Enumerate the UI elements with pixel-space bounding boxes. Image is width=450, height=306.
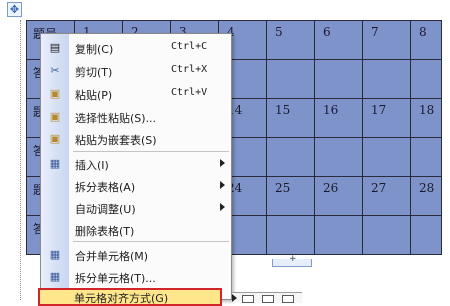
merge-cells-icon: ▦: [49, 248, 61, 261]
menu-item-label: 插入(I): [75, 159, 109, 172]
menu-item-copy[interactable]: ▤ 复制(C) Ctrl+C: [41, 38, 231, 58]
annotation-red-box: [38, 288, 222, 306]
menu-item-split-table[interactable]: 拆分表格(A): [41, 176, 231, 196]
context-menu: ▤ 复制(C) Ctrl+C ✂ 剪切(T) Ctrl+X ▣ 粘贴(P) Ct…: [40, 33, 232, 300]
table-cell[interactable]: [266, 137, 315, 177]
split-cells-icon: ▦: [49, 270, 61, 283]
table-cell[interactable]: [410, 59, 442, 99]
menu-item-shortcut: Ctrl+C: [171, 41, 208, 52]
menu-item-label: 拆分表格(A): [75, 181, 136, 194]
menu-item-label: 合并单元格(M): [75, 250, 149, 263]
table-cell[interactable]: [362, 137, 411, 177]
menu-item-label: 剪切(T): [75, 66, 113, 79]
text-boundary-guide: [20, 20, 21, 300]
table-cell[interactable]: 25: [266, 176, 315, 216]
menu-item-autofit[interactable]: 自动调整(U): [41, 198, 231, 218]
menu-item-label: 拆分单元格(T)...: [75, 272, 156, 285]
submenu-arrow-icon: [220, 203, 225, 211]
submenu-arrow-icon: [220, 181, 225, 189]
table-cell[interactable]: [266, 59, 315, 99]
menu-separator: [73, 241, 229, 242]
table-cell[interactable]: 26: [314, 176, 363, 216]
menu-item-paste-nested-table[interactable]: ▣ 粘贴为嵌套表(S): [41, 129, 231, 149]
table-cell[interactable]: 15: [266, 98, 315, 138]
table-cell[interactable]: 28: [410, 176, 442, 216]
submenu-arrow-icon: [220, 159, 225, 167]
menu-item-shortcut: Ctrl+V: [171, 87, 208, 98]
table-move-handle-icon[interactable]: ✥: [7, 2, 22, 17]
paste-special-icon: ▣: [49, 110, 61, 123]
menu-separator: [73, 151, 229, 152]
table-cell[interactable]: 8: [410, 20, 442, 60]
table-cell[interactable]: [314, 59, 363, 99]
table-cell[interactable]: [362, 59, 411, 99]
menu-item-label: 粘贴(P): [75, 89, 113, 102]
table-resize-handle[interactable]: [272, 254, 312, 267]
menu-item-insert[interactable]: ▦ 插入(I): [41, 154, 231, 174]
scissors-icon: ✂: [50, 64, 60, 77]
menu-item-merge-cells[interactable]: ▦ 合并单元格(M): [41, 245, 231, 265]
table-cell[interactable]: 16: [314, 98, 363, 138]
table-cell[interactable]: 5: [266, 20, 315, 60]
table-cell[interactable]: [314, 137, 363, 177]
menu-item-label: 选择性粘贴(S)...: [75, 112, 157, 125]
menu-item-label: 自动调整(U): [75, 203, 136, 216]
menu-item-split-cells[interactable]: ▦ 拆分单元格(T)...: [41, 267, 231, 287]
menu-item-label: 粘贴为嵌套表(S): [75, 134, 157, 147]
table-cell[interactable]: [410, 215, 442, 255]
submenu-arrow-icon: [232, 294, 237, 302]
table-cell[interactable]: [314, 215, 363, 255]
menu-item-label: 删除表格(T): [75, 225, 135, 238]
table-cell[interactable]: 6: [314, 20, 363, 60]
cell-alignment-submenu: [232, 292, 302, 303]
menu-item-paste-special[interactable]: ▣ 选择性粘贴(S)...: [41, 107, 231, 127]
menu-item-delete-table[interactable]: 删除表格(T): [41, 220, 231, 240]
paste-nested-icon: ▣: [49, 132, 61, 145]
menu-item-label: 复制(C): [75, 43, 114, 56]
copy-icon: ▤: [49, 41, 61, 54]
table-cell[interactable]: 27: [362, 176, 411, 216]
align-top-center-icon[interactable]: [262, 295, 274, 303]
table-cell[interactable]: [362, 215, 411, 255]
table-cell[interactable]: [410, 137, 442, 177]
align-top-left-icon[interactable]: [242, 295, 254, 303]
table-cell[interactable]: [266, 215, 315, 255]
table-cell[interactable]: 18: [410, 98, 442, 138]
menu-item-paste[interactable]: ▣ 粘贴(P) Ctrl+V: [41, 84, 231, 104]
table-cell[interactable]: 7: [362, 20, 411, 60]
menu-item-shortcut: Ctrl+X: [171, 64, 208, 75]
table-cell[interactable]: 17: [362, 98, 411, 138]
menu-item-cut[interactable]: ✂ 剪切(T) Ctrl+X: [41, 61, 231, 81]
paste-icon: ▣: [49, 87, 61, 100]
insert-table-icon: ▦: [49, 157, 61, 170]
align-top-right-icon[interactable]: [282, 295, 294, 303]
